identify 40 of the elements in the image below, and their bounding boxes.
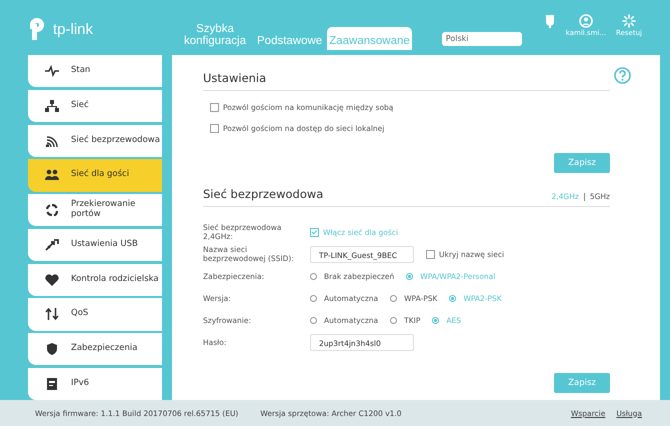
reset-icon[interactable] — [622, 14, 636, 28]
logo-text: tp-link — [53, 20, 94, 38]
radio-button[interactable] — [390, 316, 398, 324]
sidebar-item[interactable]: Przekierowanie portów — [28, 194, 162, 226]
sidebar-item[interactable]: Sieć dla gości — [28, 159, 162, 192]
wifi-icon — [45, 134, 59, 147]
radio-button[interactable] — [406, 272, 414, 280]
sidebar-item[interactable]: Zabezpieczenia — [28, 333, 162, 366]
sidebar-item[interactable]: Sieć — [28, 90, 162, 122]
section-title: Sieć bezprzewodowa — [203, 187, 324, 201]
heart-icon — [45, 274, 59, 286]
radio-button[interactable] — [449, 294, 456, 302]
pulse-icon — [45, 65, 59, 78]
radio-button[interactable] — [310, 272, 317, 280]
checkbox[interactable] — [310, 228, 319, 236]
sidebar-item[interactable]: Kontrola rodzicielska — [28, 264, 162, 296]
document-icon — [45, 378, 59, 390]
ring-icon — [45, 204, 59, 216]
usb-icon — [45, 238, 59, 251]
sidebar-item[interactable]: Sieć bezprzewodowa — [28, 124, 162, 157]
sidebar-item[interactable]: Stan — [28, 55, 162, 88]
plug-icon[interactable] — [544, 14, 556, 28]
section-title: Ustawienia — [203, 71, 266, 85]
sidebar-item[interactable]: QoS — [28, 298, 162, 330]
radio-button[interactable] — [390, 294, 398, 302]
people-icon — [45, 169, 59, 182]
radio-button[interactable] — [310, 316, 317, 324]
arrows-icon — [45, 308, 59, 320]
radio-button[interactable] — [432, 316, 440, 324]
sidebar-item[interactable]: IPv6 — [28, 368, 162, 400]
radio-button[interactable] — [310, 294, 317, 302]
network-icon — [45, 100, 59, 112]
language-select[interactable]: Polski — [442, 32, 522, 46]
checkbox[interactable] — [210, 103, 219, 112]
help-icon[interactable] — [614, 67, 631, 84]
checkbox[interactable] — [210, 124, 219, 133]
user-icon[interactable] — [578, 14, 593, 28]
shield-icon — [45, 343, 59, 356]
sidebar-item[interactable]: Ustawienia USB — [28, 228, 162, 261]
checkbox[interactable] — [426, 250, 435, 258]
